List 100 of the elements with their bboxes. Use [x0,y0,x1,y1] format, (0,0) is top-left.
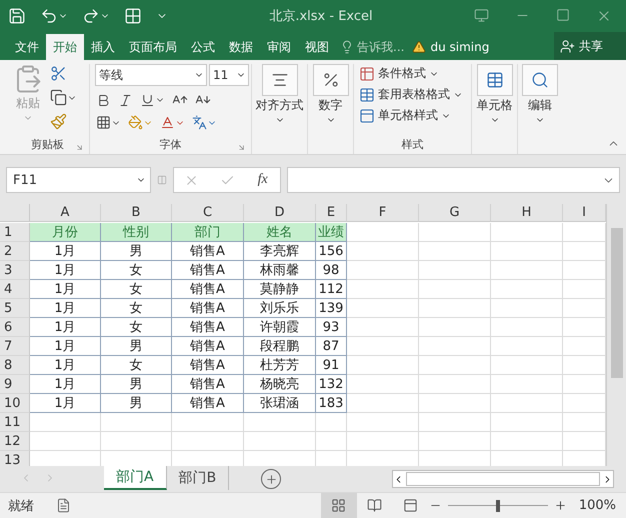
name-box[interactable]: F11 [6,167,151,193]
table-cell: 销售A [172,394,244,413]
empty-cell [316,413,347,432]
ribbon-tab[interactable]: 数据 [222,34,260,60]
column-header[interactable]: I [563,204,606,222]
empty-cell [419,375,491,394]
undo-icon[interactable] [40,7,58,25]
formula-field[interactable] [287,167,620,193]
format-painter-icon[interactable] [50,113,67,130]
table-cell: 销售A [172,242,244,261]
dialog-launcher-icon[interactable] [75,143,84,152]
page-layout-icon[interactable] [367,498,382,513]
column-header[interactable]: C [172,204,244,222]
save-icon[interactable] [8,7,26,25]
sheet-tab[interactable]: 部门B [166,466,230,490]
redo-icon[interactable] [82,7,100,25]
fill-color-icon[interactable] [128,115,143,130]
table-cell: 女 [101,280,172,299]
table-cell: 莫静静 [244,280,316,299]
column-header[interactable]: G [419,204,491,222]
italic-icon[interactable] [118,92,133,108]
table-cell: 刘乐乐 [244,299,316,318]
zoom-in-icon[interactable] [554,499,567,512]
table-cell: 女 [101,261,172,280]
row-header[interactable]: 7 [0,337,30,356]
row-header[interactable]: 3 [0,261,30,280]
column-header[interactable]: A [30,204,101,222]
horizontal-scrollbar[interactable] [392,470,614,488]
borders-icon[interactable] [96,115,111,130]
ribbon-tab[interactable]: 开始 [46,34,84,60]
row-header[interactable]: 10 [0,394,30,413]
row-header[interactable]: 1 [0,223,30,242]
status-text: 就绪 [8,498,34,514]
empty-cell [491,375,563,394]
alignment-button[interactable]: 对齐方式 [257,64,302,125]
column-header[interactable]: B [101,204,172,222]
row-header[interactable]: 11 [0,413,30,432]
ribbon-tab[interactable]: 审阅 [260,34,298,60]
dialog-launcher-icon[interactable] [237,143,246,152]
table-cell: 132 [316,375,347,394]
lightbulb-icon [340,40,354,54]
ribbon-tab[interactable]: 视图 [298,34,336,60]
table-cell: 1月 [30,280,101,299]
empty-cell [491,223,563,242]
table-cell: 男 [101,394,172,413]
table-cell: 1月 [30,299,101,318]
copy-icon[interactable] [50,89,67,106]
empty-cell [419,242,491,261]
ribbon-tab[interactable]: 公式 [184,34,222,60]
user-account[interactable]: du siming [408,34,494,60]
sheet-tab[interactable]: 部门A [104,466,167,490]
column-header[interactable]: H [491,204,563,222]
ribbon-tab[interactable]: 插入 [84,34,122,60]
insert-function-button[interactable]: fx [256,172,270,188]
row-header[interactable]: 12 [0,432,30,451]
table-cell: 林雨馨 [244,261,316,280]
table-cell: 杜芳芳 [244,356,316,375]
font-size-field[interactable]: 11 [209,64,249,86]
font-color-icon[interactable] [160,115,175,130]
table-cell: 销售A [172,261,244,280]
normal-view-icon[interactable] [331,498,346,513]
row-header[interactable]: 9 [0,375,30,394]
table-cell: 杨晓亮 [244,375,316,394]
font-name-field[interactable]: 等线 [95,64,207,86]
table-cell: 女 [101,356,172,375]
empty-cell [491,280,563,299]
row-header[interactable]: 5 [0,299,30,318]
table-cell: 156 [316,242,347,261]
row-header[interactable]: 6 [0,318,30,337]
styles-menu-item[interactable]: 条件格式 [359,64,439,83]
zoom-slider-thumb[interactable] [496,500,500,512]
styles-menu-item[interactable]: 套用表格格式 [359,85,463,104]
add-sheet-button[interactable] [261,469,282,489]
empty-cell [347,432,419,451]
warning-icon [412,40,426,54]
table-cell: 1月 [30,242,101,261]
table-cell: 1月 [30,261,101,280]
header-cell: 性别 [101,223,172,242]
row-header[interactable]: 4 [0,280,30,299]
ribbon-tab[interactable]: 文件 [8,34,46,60]
table-cell: 183 [316,394,347,413]
table-cell: 女 [101,299,172,318]
column-header[interactable]: D [244,204,316,222]
row-header[interactable]: 2 [0,242,30,261]
zoom-level[interactable]: 100% [578,498,616,513]
cut-icon[interactable] [50,65,67,82]
group-label: 剪贴板 [31,136,64,152]
ribbon-tab[interactable]: 页面布局 [122,34,184,60]
row-header[interactable]: 8 [0,356,30,375]
row-header[interactable]: 13 [0,451,30,466]
underline-icon[interactable] [140,92,155,108]
share-button[interactable]: 共享 [554,32,626,60]
empty-cell [491,242,563,261]
align-center-icon [270,71,288,89]
styles-menu-item[interactable]: 单元格样式 [359,106,451,125]
phonetic-guide-icon[interactable] [192,115,207,130]
tell-me-field[interactable]: 告诉我... [336,34,408,60]
column-header[interactable]: F [347,204,419,222]
maximize-icon[interactable] [556,8,570,22]
column-header[interactable]: E [316,204,347,222]
